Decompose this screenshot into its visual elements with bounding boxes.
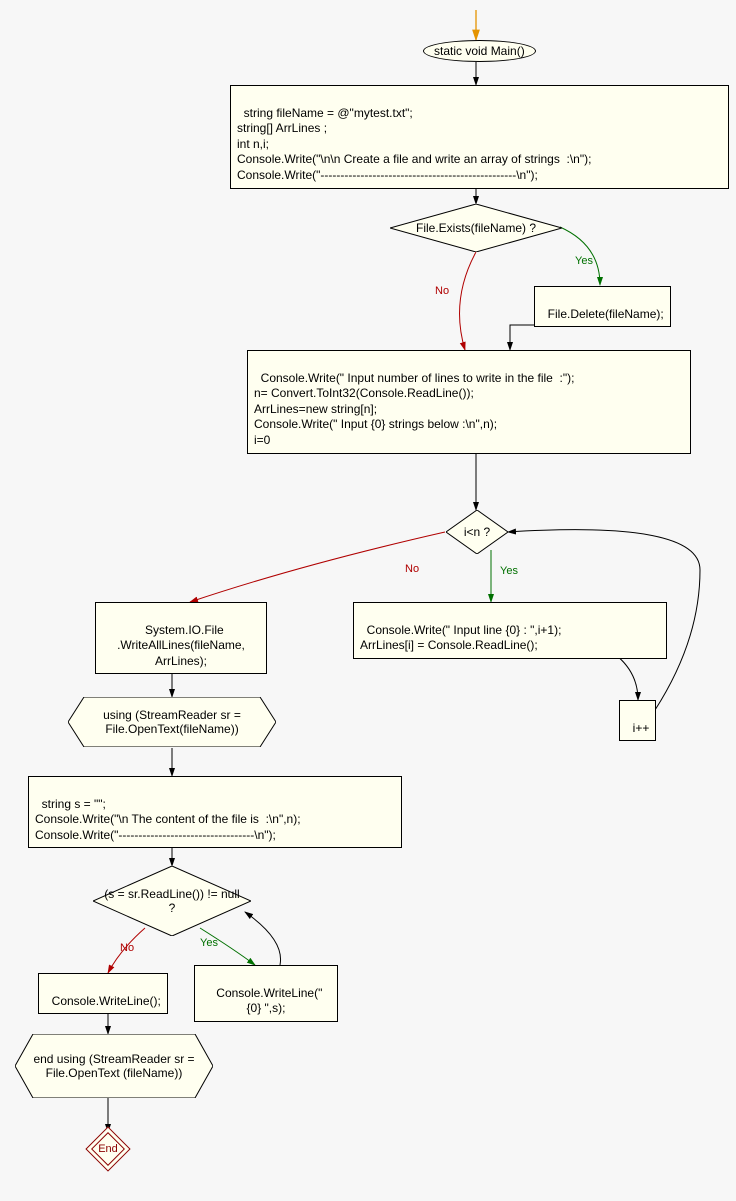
- node-sinit: string s = ""; Console.Write("\n The con…: [28, 776, 402, 848]
- node-decision-exists-label: File.Exists(fileName) ?: [406, 221, 546, 235]
- node-end-using: end using (StreamReader sr = File.OpenTe…: [15, 1034, 213, 1098]
- node-start-label: static void Main(): [434, 44, 525, 58]
- node-decision-exists: File.Exists(fileName) ?: [390, 204, 562, 252]
- node-start: static void Main(): [423, 40, 536, 62]
- node-write-label: System.IO.File .WriteAllLines(fileName, …: [117, 623, 245, 668]
- edge-label-yes: Yes: [575, 255, 593, 267]
- node-end-using-label: end using (StreamReader sr = File.OpenTe…: [15, 1052, 213, 1081]
- node-end: End: [93, 1134, 123, 1164]
- node-input-label: Console.Write(" Input number of lines to…: [254, 371, 574, 447]
- edge-label-no-2: No: [405, 563, 419, 575]
- node-decision-readline: (s = sr.ReadLine()) != null ?: [93, 866, 251, 936]
- node-increment: i++: [619, 700, 656, 741]
- node-loop-input-label: Console.Write(" Input line {0} : ",i+1);…: [360, 623, 561, 653]
- node-init: string fileName = @"mytest.txt"; string[…: [230, 85, 729, 189]
- node-cw2: Console.WriteLine(" {0} ",s);: [194, 965, 338, 1022]
- node-using-label: using (StreamReader sr = File.OpenText(f…: [68, 708, 276, 737]
- node-sinit-label: string s = ""; Console.Write("\n The con…: [35, 797, 301, 842]
- node-input: Console.Write(" Input number of lines to…: [247, 350, 691, 454]
- edge-label-no: No: [435, 285, 449, 297]
- node-end-label: End: [98, 1143, 118, 1155]
- node-write: System.IO.File .WriteAllLines(fileName, …: [95, 602, 267, 674]
- node-delete: File.Delete(fileName);: [534, 286, 671, 327]
- node-init-label: string fileName = @"mytest.txt"; string[…: [237, 106, 591, 182]
- node-decision-loop: i<n ?: [446, 510, 508, 554]
- edge-label-yes-2: Yes: [500, 565, 518, 577]
- node-decision-loop-label: i<n ?: [454, 525, 500, 539]
- node-loop-input: Console.Write(" Input line {0} : ",i+1);…: [353, 602, 667, 659]
- edge-label-yes-3: Yes: [200, 937, 218, 949]
- node-increment-label: i++: [633, 721, 650, 735]
- node-delete-label: File.Delete(fileName);: [548, 307, 664, 321]
- edge-label-no-3: No: [120, 942, 134, 954]
- node-cw: Console.WriteLine();: [38, 973, 168, 1014]
- node-cw2-label: Console.WriteLine(" {0} ",s);: [216, 986, 322, 1016]
- node-using: using (StreamReader sr = File.OpenText(f…: [68, 697, 276, 747]
- node-decision-readline-label: (s = sr.ReadLine()) != null ?: [93, 887, 251, 916]
- node-cw-label: Console.WriteLine();: [52, 994, 161, 1008]
